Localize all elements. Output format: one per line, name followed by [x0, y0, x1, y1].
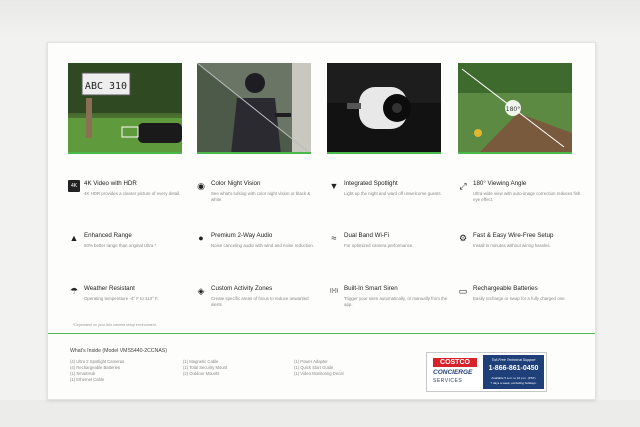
photo-stripe	[327, 152, 441, 154]
feature-description: Easily recharge or swap for a fully char…	[473, 296, 566, 301]
photo-4k-license-plate: ABC 310	[68, 63, 182, 154]
feature-title: Enhanced Range	[84, 232, 132, 239]
divider-line	[48, 333, 595, 334]
photo-stripe	[197, 152, 311, 154]
feature-description: Install in minutes without wiring hassle…	[473, 243, 551, 248]
battery-icon: ▭	[458, 285, 468, 296]
feature-title: Color Night Vision	[211, 180, 261, 187]
feature-description: See what's lurking with color night visi…	[211, 191, 311, 202]
microphone-icon: ●	[198, 233, 204, 243]
background-top	[0, 0, 640, 40]
whats-inside-column: (1) Power Adapter (1) Quick Start Guide …	[294, 359, 344, 377]
spotlight-icon: ▼	[329, 181, 339, 191]
costco-logo: COSTCO CONCIERGE SERVICES	[429, 355, 481, 389]
feature-description: Create specific areas of focus to reduce…	[211, 296, 309, 307]
feature-title: Built-In Smart Siren	[344, 285, 398, 292]
feature-description: 4K HDR provides a clearer picture of eve…	[84, 191, 181, 196]
photo-stripe	[458, 152, 572, 154]
support-days: 7 days a week, excluding holidays.	[490, 381, 537, 385]
photo-yard-illustration: 180°	[458, 63, 572, 154]
concierge-text: CONCIERGE	[433, 369, 473, 376]
whats-inside-column: (4) Ultra 2 Spotlight Cameras (4) Rechar…	[70, 359, 124, 383]
list-item: (1) Video Monitoring Decal	[294, 371, 344, 376]
zoom-icon: ▲	[69, 233, 79, 243]
angle-label: 180°	[506, 106, 520, 113]
background-bottom	[0, 400, 640, 427]
feature-title: Dual Band Wi-Fi	[344, 232, 390, 239]
feature-title: Fast & Easy Wire-Free Setup	[473, 232, 554, 239]
feature-description: Trigger your siren automatically, or man…	[344, 296, 448, 307]
photo-night-illustration	[197, 63, 311, 154]
support-panel: Toll-Free Technical Support 1-866-861-04…	[483, 355, 544, 389]
eye-icon: ◉	[197, 180, 205, 191]
4k-icon: 4K	[68, 180, 80, 192]
photo-wide-angle-yard: 180°	[458, 63, 572, 154]
photo-night-intruder	[197, 63, 311, 154]
footnote: *Dependent on your Arlo camera setup env…	[73, 323, 157, 327]
feature-title: 180° Viewing Angle	[473, 180, 527, 187]
wifi-icon: ≈	[331, 233, 337, 243]
list-item: (1) Ethernet Cable	[70, 377, 105, 382]
feature-title: 4K Video with HDR	[84, 180, 137, 187]
support-title: Toll-Free Technical Support	[491, 358, 536, 362]
feature-title: Integrated Spotlight	[344, 180, 398, 187]
feature-description: For optimized camera performance.	[344, 243, 414, 248]
costco-brand: COSTCO	[433, 358, 477, 367]
support-hours: Available 5 a.m. to 10 p.m. (PST)	[491, 376, 536, 380]
feature-description: Ultra-wide view with auto-image correcti…	[473, 191, 581, 202]
costco-concierge-badge: COSTCO CONCIERGE SERVICES Toll-Free Tech…	[426, 352, 547, 392]
services-text: SERVICES	[433, 378, 463, 384]
photo-4k-illustration: ABC 310	[68, 63, 182, 154]
activity-zone-icon: ◈	[197, 285, 205, 296]
whats-inside-title: What's Inside (Model VMS5440-2CCNAS)	[70, 348, 167, 354]
siren-icon: ((•))	[329, 288, 339, 294]
feature-description: 50% better range than original Ultra.*	[84, 243, 157, 248]
whats-inside-column: (1) Magnetic Cable (1) Total Security Mo…	[183, 359, 227, 377]
support-phone[interactable]: 1-866-861-0450	[483, 365, 544, 372]
photo-spotlight-camera	[327, 63, 441, 154]
feature-title: Rechargeable Batteries	[473, 285, 538, 292]
feature-description: Light up the night and ward off unwelcom…	[344, 191, 442, 196]
feature-title: Weather Resistant	[84, 285, 135, 292]
wide-angle-icon: ⤢	[459, 180, 467, 191]
feature-description: Operating temperature -4° F to 113° F.	[84, 296, 159, 301]
feature-title: Custom Activity Zones	[211, 285, 273, 292]
photo-stripe	[68, 152, 182, 154]
photo-camera-illustration	[327, 63, 441, 154]
feature-title: Premium 2-Way Audio	[211, 232, 273, 239]
feature-description: Noise canceling audio with wind and nois…	[211, 243, 314, 248]
list-item: (2) Outdoor Mounts	[183, 371, 220, 376]
umbrella-icon: ☂	[69, 285, 79, 296]
license-plate-text: ABC 310	[85, 81, 127, 92]
gear-icon: ⚙	[458, 232, 468, 243]
product-box-back: ABC 310 180° 4K 4K Video with HDR 4K HDR…	[47, 42, 596, 400]
